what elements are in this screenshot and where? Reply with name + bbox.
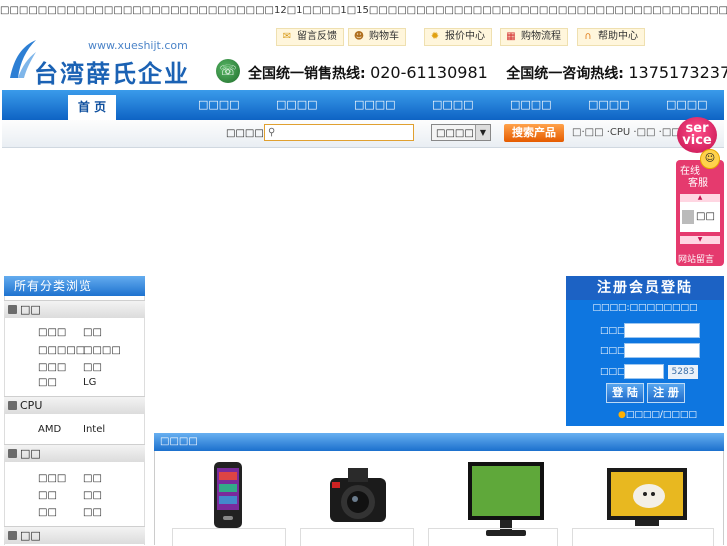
shopping-flow-link[interactable]: ▦ 购物流程	[500, 28, 568, 46]
scroll-up-icon[interactable]: ▲	[680, 194, 720, 202]
category-item[interactable]: LG	[83, 377, 96, 388]
cart-link[interactable]: ☻ 购物车	[348, 28, 406, 46]
recommend-header: □□□□	[154, 433, 724, 451]
search-category-select[interactable]: □□□□ ▼	[431, 124, 491, 141]
login-tip: □□□□:□□□□□□□□	[592, 303, 698, 313]
login-title: 注册会员登陆	[566, 276, 724, 300]
main-nav: 首 页 □□□□ □□□□ □□□□ □□□□ □□□□ □□□□ □□□□	[2, 90, 724, 120]
captcha-input[interactable]	[624, 364, 664, 379]
nav-item-6[interactable]: □□□□	[588, 90, 630, 120]
category-group-3[interactable]: □□	[4, 444, 145, 462]
sales-hotline-label: 全国统一销售热线:	[248, 66, 366, 82]
category-item[interactable]: Intel	[83, 424, 105, 435]
nav-home[interactable]: 首 页	[68, 95, 116, 120]
category-group-2[interactable]: CPU	[4, 396, 145, 414]
forgot-password-link[interactable]: ●□□□□/□□□□	[618, 410, 697, 420]
product-frame	[428, 528, 558, 546]
category-item[interactable]: □□	[38, 490, 57, 501]
category-item[interactable]: □□□□□	[38, 345, 85, 356]
captcha-image[interactable]: 5283	[668, 365, 698, 379]
search-icon: ⚲	[268, 127, 276, 138]
logo-company-name[interactable]: 台湾薛氏企业	[34, 54, 190, 89]
star-icon: ✹	[430, 31, 440, 42]
search-button[interactable]: 搜索产品	[504, 124, 564, 142]
register-button[interactable]: 注 册	[647, 383, 685, 403]
collapse-icon	[8, 531, 17, 540]
category-item[interactable]: □□	[38, 507, 57, 518]
category-item[interactable]: □□□□	[83, 345, 121, 356]
collapse-icon	[8, 449, 17, 458]
person-icon: ☻	[353, 31, 365, 42]
category-item[interactable]: □□	[83, 507, 102, 518]
category-item[interactable]: □□	[83, 327, 102, 338]
service-bubble[interactable]: ser vice	[677, 117, 717, 153]
headset-icon: ∩	[584, 31, 592, 42]
nav-item-4[interactable]: □□□□	[432, 90, 474, 120]
agent-avatar-icon	[682, 210, 694, 224]
service-agent-link[interactable]: □□	[696, 211, 715, 222]
collapse-icon	[8, 401, 17, 410]
camera-product-icon[interactable]	[326, 462, 390, 530]
envelope-icon: ✉	[282, 31, 292, 42]
phone-icon: ☏	[216, 59, 240, 83]
category-item[interactable]: □□□	[38, 327, 66, 338]
category-item[interactable]: □□	[83, 473, 102, 484]
nav-item-7[interactable]: □□□□	[666, 90, 708, 120]
nav-item-3[interactable]: □□□□	[354, 90, 396, 120]
category-item[interactable]: □□□	[38, 473, 66, 484]
login-button[interactable]: 登 陆	[606, 383, 644, 403]
top-marquee: □□□□□□□□□□□□□□□□□□□□□□□□□□□□□12□1□□□□1□1…	[0, 5, 727, 16]
username-input[interactable]	[624, 323, 700, 338]
search-select-value: □□□□	[436, 128, 474, 139]
product-frame	[572, 528, 714, 546]
category-item[interactable]: □□	[38, 377, 57, 388]
service-title: 在线 客服	[680, 166, 708, 189]
category-item[interactable]: □□	[83, 362, 102, 373]
category-group-4[interactable]: □□	[4, 526, 145, 544]
product-frame	[172, 528, 286, 546]
monitor-puppy-product-icon[interactable]	[605, 466, 689, 528]
category-item[interactable]: AMD	[38, 424, 61, 435]
search-input[interactable]	[264, 124, 414, 141]
category-item[interactable]: □□□	[38, 362, 66, 373]
phone-product-icon[interactable]	[208, 460, 248, 530]
grid-icon: ▦	[506, 31, 516, 42]
hot-keywords[interactable]: □·□□ ·CPU ·□□ ·□□	[572, 127, 681, 138]
hotline: 全国统一销售热线: 020-61130981 全国统一咨询热线: 1375173…	[248, 63, 727, 83]
collapse-icon	[8, 305, 17, 314]
category-item[interactable]: □□	[83, 490, 102, 501]
nav-item-5[interactable]: □□□□	[510, 90, 552, 120]
logo-url[interactable]: www.xueshijt.com	[88, 39, 188, 52]
consult-hotline-number: 13751732373	[628, 63, 727, 82]
leave-message-link[interactable]: 网站留言	[678, 252, 714, 265]
chevron-down-icon: ▼	[475, 125, 490, 140]
quote-center-link[interactable]: ✹ 报价中心	[424, 28, 492, 46]
help-center-link[interactable]: ∩ 帮助中心	[577, 28, 645, 46]
nav-item-1[interactable]: □□□□	[198, 90, 240, 120]
product-frame	[300, 528, 414, 546]
info-icon: ●	[618, 410, 626, 420]
feedback-link[interactable]: ✉ 留言反馈	[276, 28, 344, 46]
scroll-down-icon[interactable]: ▼	[680, 236, 720, 244]
sales-hotline-number: 020-61130981	[370, 63, 488, 82]
category-group-1[interactable]: □□	[4, 300, 145, 318]
nav-item-2[interactable]: □□□□	[276, 90, 318, 120]
consult-hotline-label: 全国统一咨询热线:	[506, 66, 624, 82]
category-header: 所有分类浏览	[4, 276, 145, 296]
password-input[interactable]	[624, 343, 700, 358]
category-panel	[4, 296, 145, 545]
